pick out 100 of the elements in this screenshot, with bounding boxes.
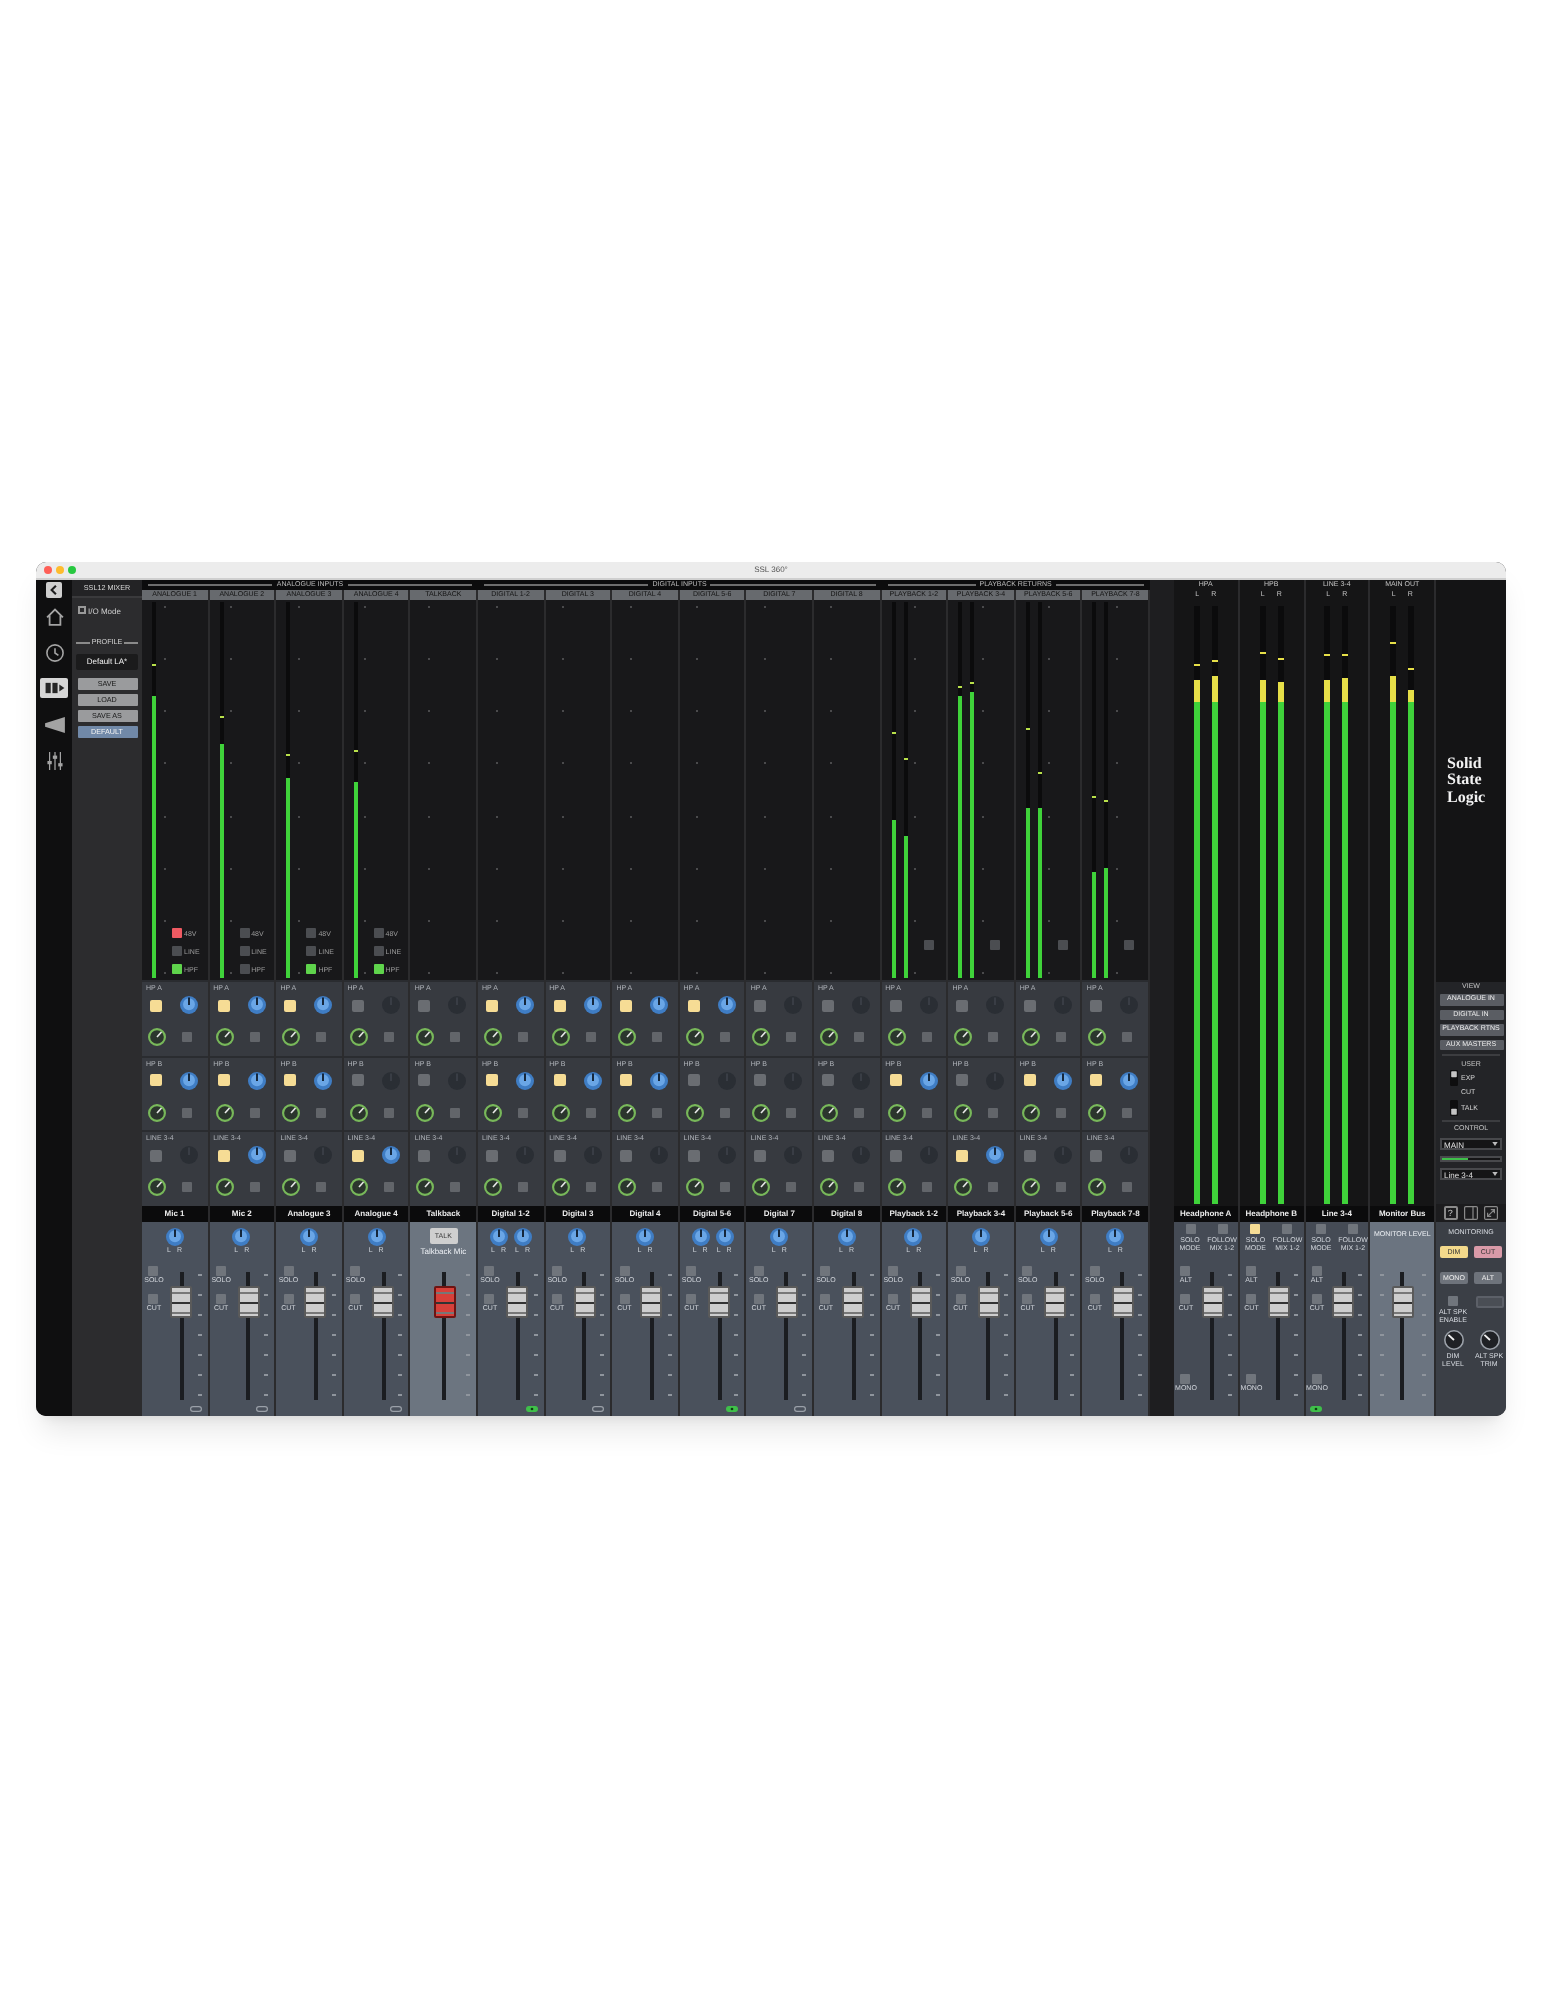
fader-handle[interactable] <box>506 1285 529 1318</box>
toggle-button[interactable] <box>383 1107 394 1118</box>
toggle-button[interactable] <box>373 928 384 938</box>
fader-track[interactable] <box>1044 1272 1067 1400</box>
pan-knob[interactable] <box>635 1228 654 1246</box>
level-knob[interactable] <box>752 1103 771 1122</box>
send-button[interactable] <box>1090 1074 1103 1087</box>
send-button[interactable] <box>284 999 297 1011</box>
fader-track[interactable] <box>506 1272 529 1400</box>
fader-track[interactable] <box>433 1272 456 1400</box>
toggle-button[interactable] <box>182 1107 192 1118</box>
toggle-button[interactable] <box>1057 940 1068 950</box>
level-knob[interactable] <box>215 1178 234 1197</box>
toggle-button[interactable] <box>1055 1182 1066 1193</box>
fader-track[interactable] <box>170 1272 193 1400</box>
toggle-button[interactable] <box>1122 1182 1133 1193</box>
send-button[interactable] <box>620 999 633 1011</box>
toggle-button[interactable] <box>853 1032 864 1042</box>
link-icon[interactable] <box>592 1405 605 1411</box>
toggle-button[interactable] <box>450 1107 461 1118</box>
fader-handle[interactable] <box>842 1285 865 1318</box>
toggle-button[interactable] <box>518 1107 528 1118</box>
level-knob[interactable] <box>752 1178 771 1197</box>
toggle-button[interactable] <box>518 1032 528 1042</box>
toggle-button[interactable] <box>786 1107 797 1118</box>
toggle-button[interactable] <box>239 946 250 956</box>
fader-handle[interactable] <box>1267 1285 1290 1318</box>
send-button[interactable] <box>217 999 230 1011</box>
fader-handle[interactable] <box>977 1285 999 1318</box>
level-knob[interactable] <box>551 1178 570 1197</box>
pan-knob[interactable] <box>837 1228 856 1246</box>
send-button[interactable] <box>1023 1074 1036 1087</box>
pan-knob[interactable] <box>568 1228 587 1246</box>
fader-track[interactable] <box>372 1272 395 1400</box>
level-knob[interactable] <box>618 1028 637 1046</box>
toggle-button[interactable] <box>306 946 317 956</box>
fader-handle[interactable] <box>909 1285 932 1318</box>
expand-icon[interactable] <box>1484 1206 1499 1220</box>
send-button[interactable] <box>486 999 498 1011</box>
toggle-button[interactable] <box>719 1032 730 1042</box>
pan-knob[interactable] <box>516 1071 534 1090</box>
level-knob[interactable] <box>954 1028 973 1046</box>
toggle-button[interactable] <box>786 1182 797 1193</box>
fader-track[interactable] <box>775 1272 798 1400</box>
pan-knob[interactable] <box>367 1228 386 1246</box>
toggle-button[interactable] <box>450 1032 461 1042</box>
toggle-button[interactable] <box>316 1032 327 1042</box>
level-knob[interactable] <box>148 1028 166 1046</box>
fader-handle[interactable] <box>372 1285 395 1318</box>
fader-handle[interactable] <box>237 1285 260 1318</box>
fader-handle[interactable] <box>775 1285 798 1318</box>
level-knob[interactable] <box>148 1178 166 1197</box>
toggle-button[interactable] <box>249 1032 260 1042</box>
pan-knob[interactable] <box>513 1228 532 1246</box>
pan-knob[interactable] <box>314 1071 333 1090</box>
level-knob[interactable] <box>1021 1103 1040 1122</box>
pan-knob[interactable] <box>516 996 534 1014</box>
toggle-button[interactable] <box>921 1107 932 1118</box>
pan-knob[interactable] <box>717 996 736 1014</box>
toggle-button[interactable] <box>316 1182 327 1193</box>
toggle-button[interactable] <box>172 964 182 974</box>
level-knob[interactable] <box>484 1178 502 1197</box>
knob[interactable] <box>1479 1330 1499 1350</box>
level-knob[interactable] <box>148 1103 166 1122</box>
toggle-button[interactable] <box>373 964 384 974</box>
toggle-button[interactable] <box>383 1182 394 1193</box>
send-button[interactable] <box>620 1074 633 1087</box>
pan-knob[interactable] <box>489 1228 508 1246</box>
level-knob[interactable] <box>1088 1178 1107 1197</box>
fader-handle[interactable] <box>708 1285 731 1318</box>
link-icon[interactable] <box>525 1405 538 1411</box>
toggle-button[interactable] <box>450 1182 461 1193</box>
pan-knob[interactable] <box>232 1228 251 1246</box>
pan-knob[interactable] <box>180 996 198 1014</box>
level-knob[interactable] <box>1021 1028 1040 1046</box>
fader-handle[interactable] <box>640 1285 663 1318</box>
pan-knob[interactable] <box>247 996 266 1014</box>
toggle-button[interactable] <box>719 1107 730 1118</box>
pan-knob[interactable] <box>247 1071 266 1090</box>
fader-track[interactable] <box>1111 1272 1134 1400</box>
fader-track[interactable] <box>909 1272 932 1400</box>
nav-button[interactable] <box>40 642 68 662</box>
toggle-button[interactable] <box>249 1182 260 1193</box>
toggle-button[interactable] <box>921 1032 932 1042</box>
toggle-button[interactable] <box>1122 1032 1133 1042</box>
link-icon[interactable] <box>390 1405 403 1411</box>
level-knob[interactable] <box>282 1028 301 1046</box>
toggle-button[interactable] <box>1055 1107 1066 1118</box>
pan-knob[interactable] <box>583 996 602 1014</box>
fader-handle[interactable] <box>573 1285 596 1318</box>
level-knob[interactable] <box>349 1103 368 1122</box>
send-button[interactable] <box>150 1074 162 1087</box>
knob[interactable] <box>1443 1330 1463 1350</box>
fader-track[interactable] <box>640 1272 663 1400</box>
toggle-button[interactable] <box>921 1182 932 1193</box>
level-knob[interactable] <box>551 1028 570 1046</box>
send-button[interactable] <box>889 1074 902 1087</box>
pan-knob[interactable] <box>904 1228 923 1246</box>
toggle-switch[interactable] <box>1449 1099 1457 1115</box>
level-knob[interactable] <box>349 1028 368 1046</box>
